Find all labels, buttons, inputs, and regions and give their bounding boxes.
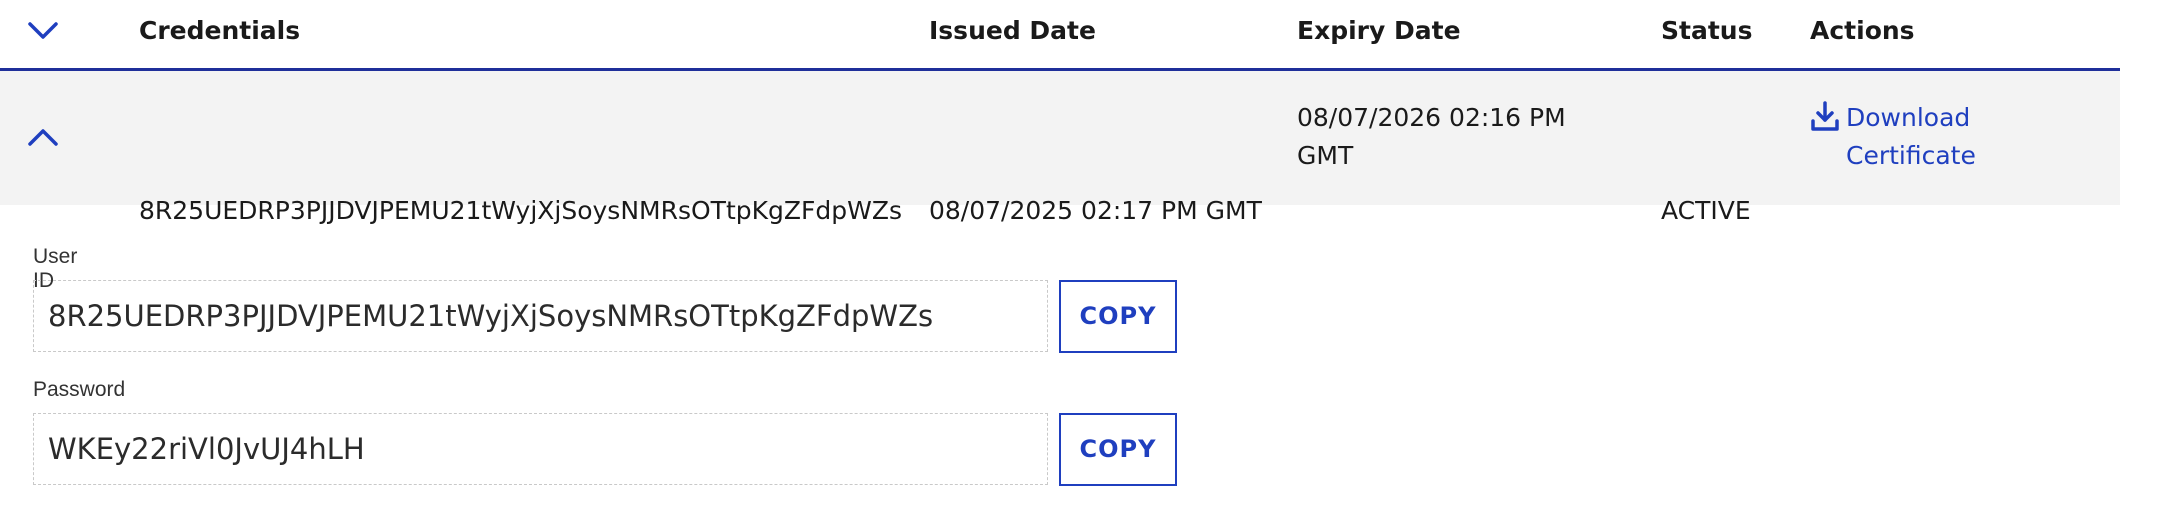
copy-user-id-button[interactable]: COPY — [1059, 280, 1177, 353]
expiry-date-line2: GMT — [1297, 141, 1354, 170]
download-label-line2: Certificate — [1846, 141, 1976, 170]
credentials-table: Credentials Issued Date Expiry Date Stat… — [0, 0, 2120, 225]
chevron-up-icon — [28, 129, 58, 146]
issued-date-cell: 08/07/2025 02:17 PM GMT — [929, 196, 1262, 225]
header-issued-date[interactable]: Issued Date — [929, 12, 1096, 50]
table-row: 8R25UEDRP3PJJDVJPEMU21tWyjXjSoysNMRsOTtp… — [0, 71, 2120, 225]
expiry-date-line1: 08/07/2026 02:16 PM — [1297, 103, 1566, 132]
status-cell: ACTIVE — [1661, 196, 1751, 225]
header-status[interactable]: Status — [1661, 12, 1752, 50]
row-collapse-toggle[interactable] — [26, 125, 60, 149]
expand-all-toggle[interactable] — [26, 18, 60, 42]
download-icon — [1811, 101, 1839, 131]
copy-password-button[interactable]: COPY — [1059, 413, 1177, 486]
chevron-down-icon — [28, 22, 58, 39]
header-actions: Actions — [1810, 16, 1915, 45]
expiry-date-cell: 08/07/2026 02:16 PM GMT — [1297, 99, 1597, 175]
password-label: Password — [33, 378, 126, 401]
user-id-field[interactable]: 8R25UEDRP3PJJDVJPEMU21tWyjXjSoysNMRsOTtp… — [33, 280, 1048, 352]
password-field[interactable]: WKEy22riVl0JvUJ4hLH — [33, 413, 1048, 485]
header-expiry-date[interactable]: Expiry Date — [1297, 12, 1597, 50]
credential-cell: 8R25UEDRP3PJJDVJPEMU21tWyjXjSoysNMRsOTtp… — [139, 196, 902, 225]
download-label-line1: Download — [1846, 103, 1971, 132]
header-credentials[interactable]: Credentials — [139, 12, 300, 50]
table-header-row: Credentials Issued Date Expiry Date Stat… — [0, 0, 2120, 71]
